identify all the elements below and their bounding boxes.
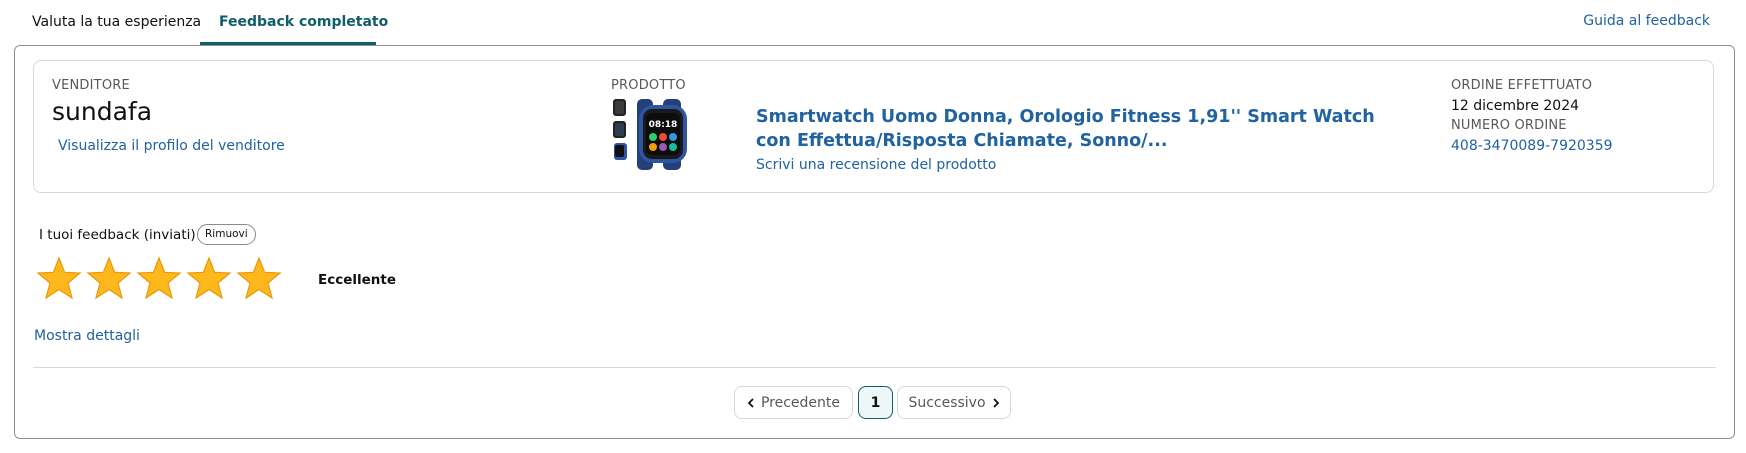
thumbnail-time: 08:18 — [649, 120, 678, 130]
previous-page-label: Precedente — [760, 394, 841, 411]
current-page-button[interactable]: 1 — [858, 386, 893, 419]
chevron-left-icon — [747, 397, 754, 408]
previous-page-button[interactable]: Precedente — [734, 386, 853, 419]
star-icon[interactable] — [36, 256, 82, 302]
order-date: 12 dicembre 2024 — [1451, 98, 1580, 114]
seller-profile-link[interactable]: Visualizza il profilo del venditore — [58, 138, 285, 154]
feedback-guide-link[interactable]: Guida al feedback — [1583, 13, 1710, 29]
tab-feedback-completed[interactable]: Feedback completato — [219, 14, 388, 30]
order-number-label: NUMERO ORDINE — [1451, 118, 1567, 133]
star-icon[interactable] — [136, 256, 182, 302]
seller-name: sundafa — [52, 97, 153, 126]
order-placed-label: ORDINE EFFETTUATO — [1451, 78, 1593, 93]
feedback-sent-label: I tuoi feedback (inviati) — [39, 227, 196, 243]
chevron-right-icon — [992, 397, 999, 408]
tab-rate-experience[interactable]: Valuta la tua esperienza — [32, 14, 201, 30]
seller-label: VENDITORE — [52, 78, 130, 93]
star-icon[interactable] — [186, 256, 232, 302]
divider — [33, 367, 1716, 368]
order-number-link[interactable]: 408-3470089-7920359 — [1451, 138, 1613, 154]
star-icon[interactable] — [86, 256, 132, 302]
show-details-link[interactable]: Mostra dettagli — [34, 328, 140, 344]
product-label: PRODOTTO — [611, 78, 686, 93]
feedback-panel: VENDITORE sundafa Visualizza il profilo … — [14, 45, 1735, 439]
remove-feedback-button[interactable]: Rimuovi — [197, 224, 256, 245]
feedback-tabs: Valuta la tua esperienza Feedback comple… — [14, 0, 1732, 46]
product-title-link[interactable]: Smartwatch Uomo Donna, Orologio Fitness … — [756, 105, 1376, 153]
product-thumbnail[interactable]: 08:18 — [611, 97, 693, 172]
write-review-link[interactable]: Scrivi una recensione del prodotto — [756, 157, 996, 173]
next-page-button[interactable]: Successivo — [897, 386, 1011, 419]
star-rating — [36, 256, 282, 302]
rating-label: Eccellente — [318, 272, 397, 288]
star-icon[interactable] — [236, 256, 282, 302]
next-page-label: Successivo — [908, 394, 986, 411]
order-card: VENDITORE sundafa Visualizza il profilo … — [33, 60, 1714, 193]
